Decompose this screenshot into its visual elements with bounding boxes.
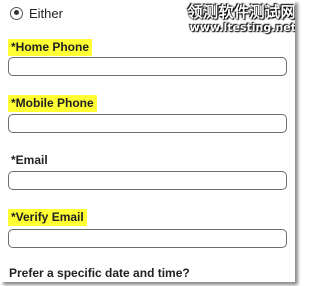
email-label: *Email xyxy=(11,153,48,167)
either-radio-label: Either xyxy=(29,5,63,21)
home-phone-input[interactable] xyxy=(8,57,287,76)
either-radio-button[interactable] xyxy=(10,6,23,20)
watermark-url: www.ltesting.net xyxy=(189,21,295,34)
email-input[interactable] xyxy=(8,171,287,190)
contact-form: Either *Home Phone *Mobile Phone *Email … xyxy=(0,0,295,282)
mobile-phone-input[interactable] xyxy=(8,114,287,133)
preferred-date-time-question: Prefer a specific date and time? xyxy=(9,266,190,280)
watermark-title: 领测软件测试网 xyxy=(187,3,295,21)
home-phone-label: *Home Phone xyxy=(8,39,93,56)
verify-email-input[interactable] xyxy=(8,229,287,248)
verify-email-label: *Verify Email xyxy=(8,209,87,226)
site-watermark: 领测软件测试网 www.ltesting.net xyxy=(186,3,295,35)
mobile-phone-label: *Mobile Phone xyxy=(8,95,97,112)
contact-preference-either[interactable]: Either xyxy=(10,4,63,22)
